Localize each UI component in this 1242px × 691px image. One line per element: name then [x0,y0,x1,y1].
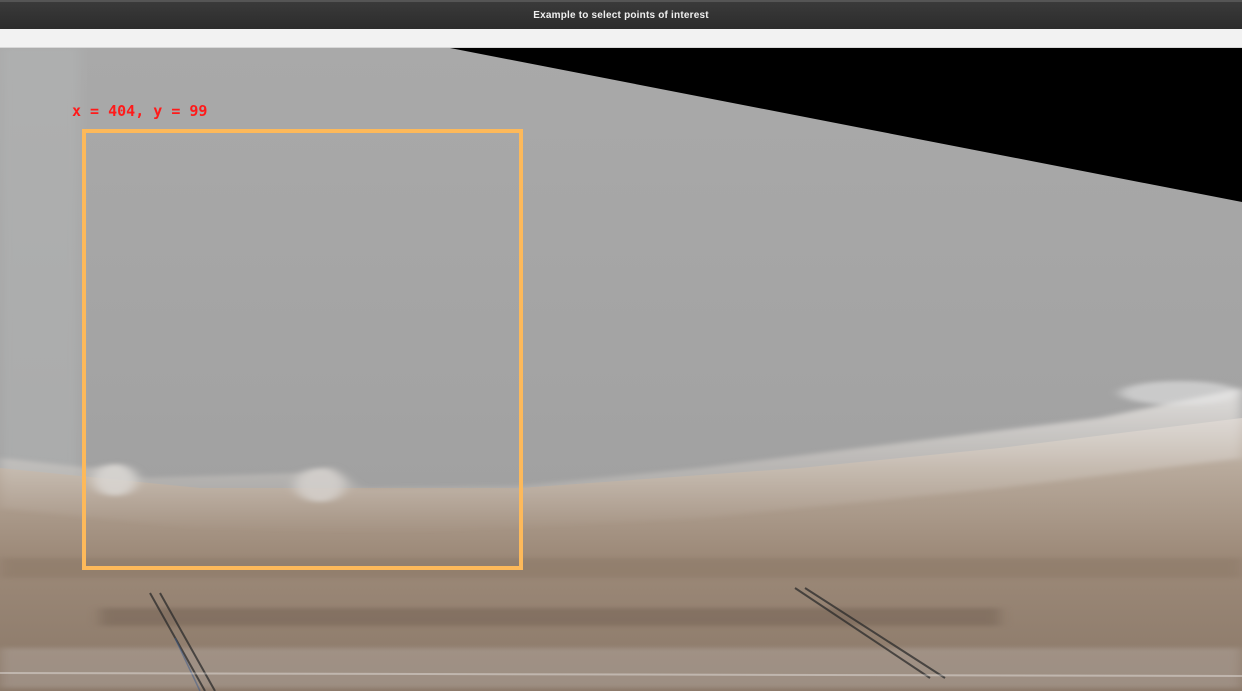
window-title: Example to select points of interest [533,10,709,21]
coordinate-readout: x = 404, y = 99 [72,102,208,120]
toolbar-strip [0,29,1242,48]
selection-rectangle[interactable] [82,129,523,570]
app-window: Example to select points of interest x =… [0,0,1242,691]
title-bar[interactable]: Example to select points of interest [0,0,1242,29]
image-canvas[interactable]: x = 404, y = 99 [0,48,1242,691]
